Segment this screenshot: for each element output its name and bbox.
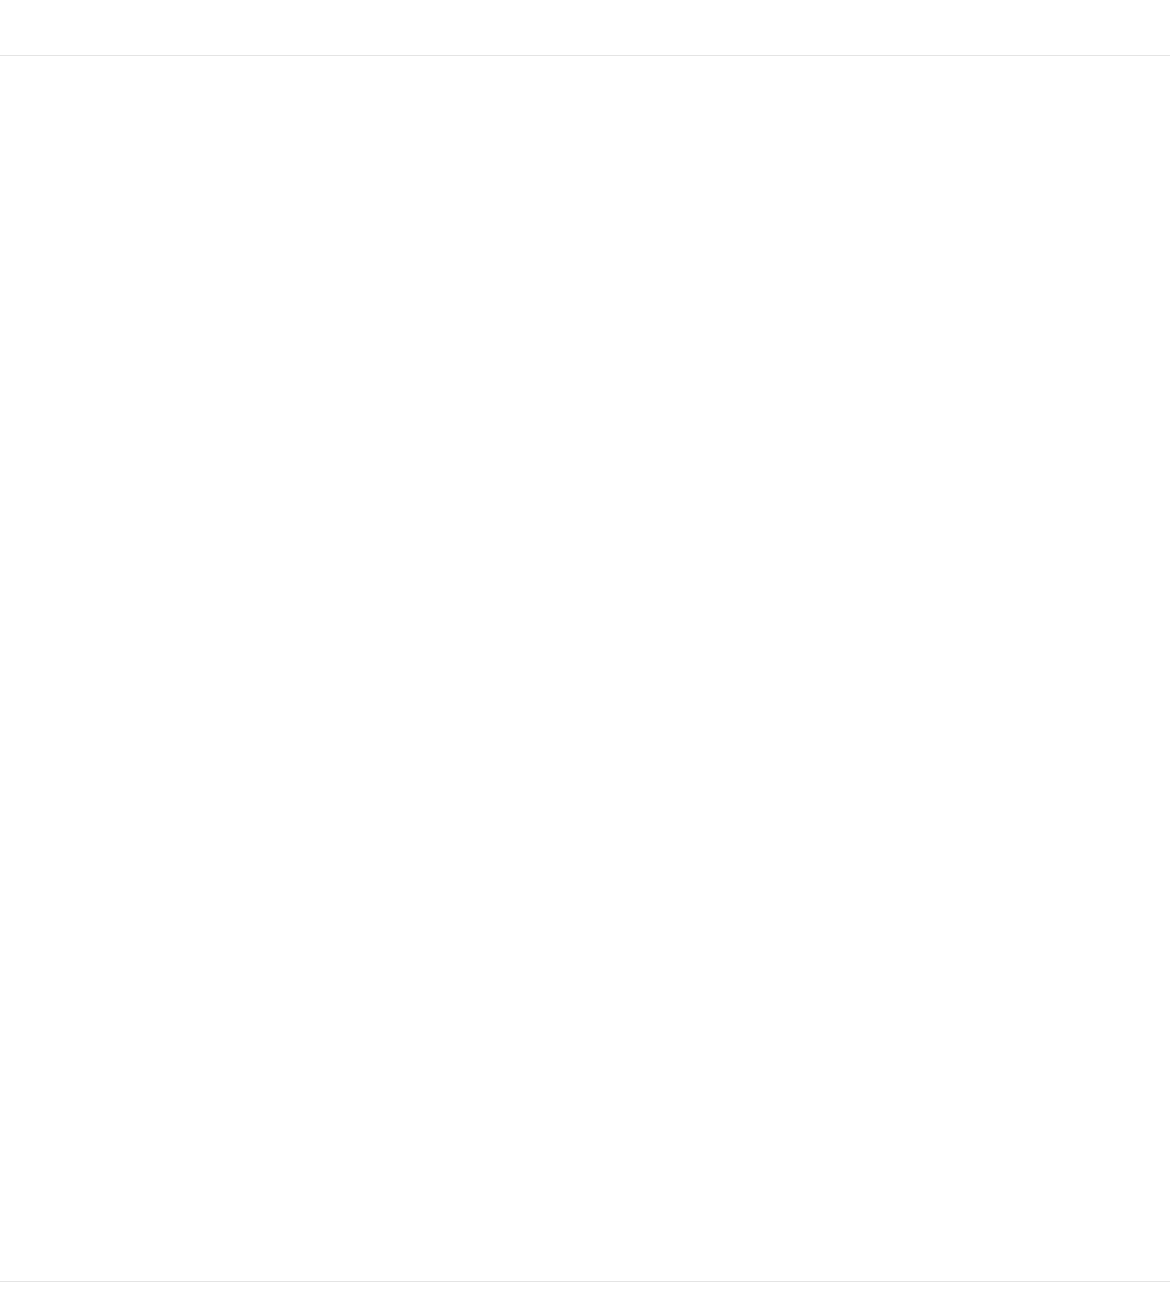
page — [0, 0, 1170, 1309]
main-area — [0, 56, 1170, 1281]
top-bar — [0, 0, 1170, 56]
status-bar — [0, 1281, 1170, 1309]
